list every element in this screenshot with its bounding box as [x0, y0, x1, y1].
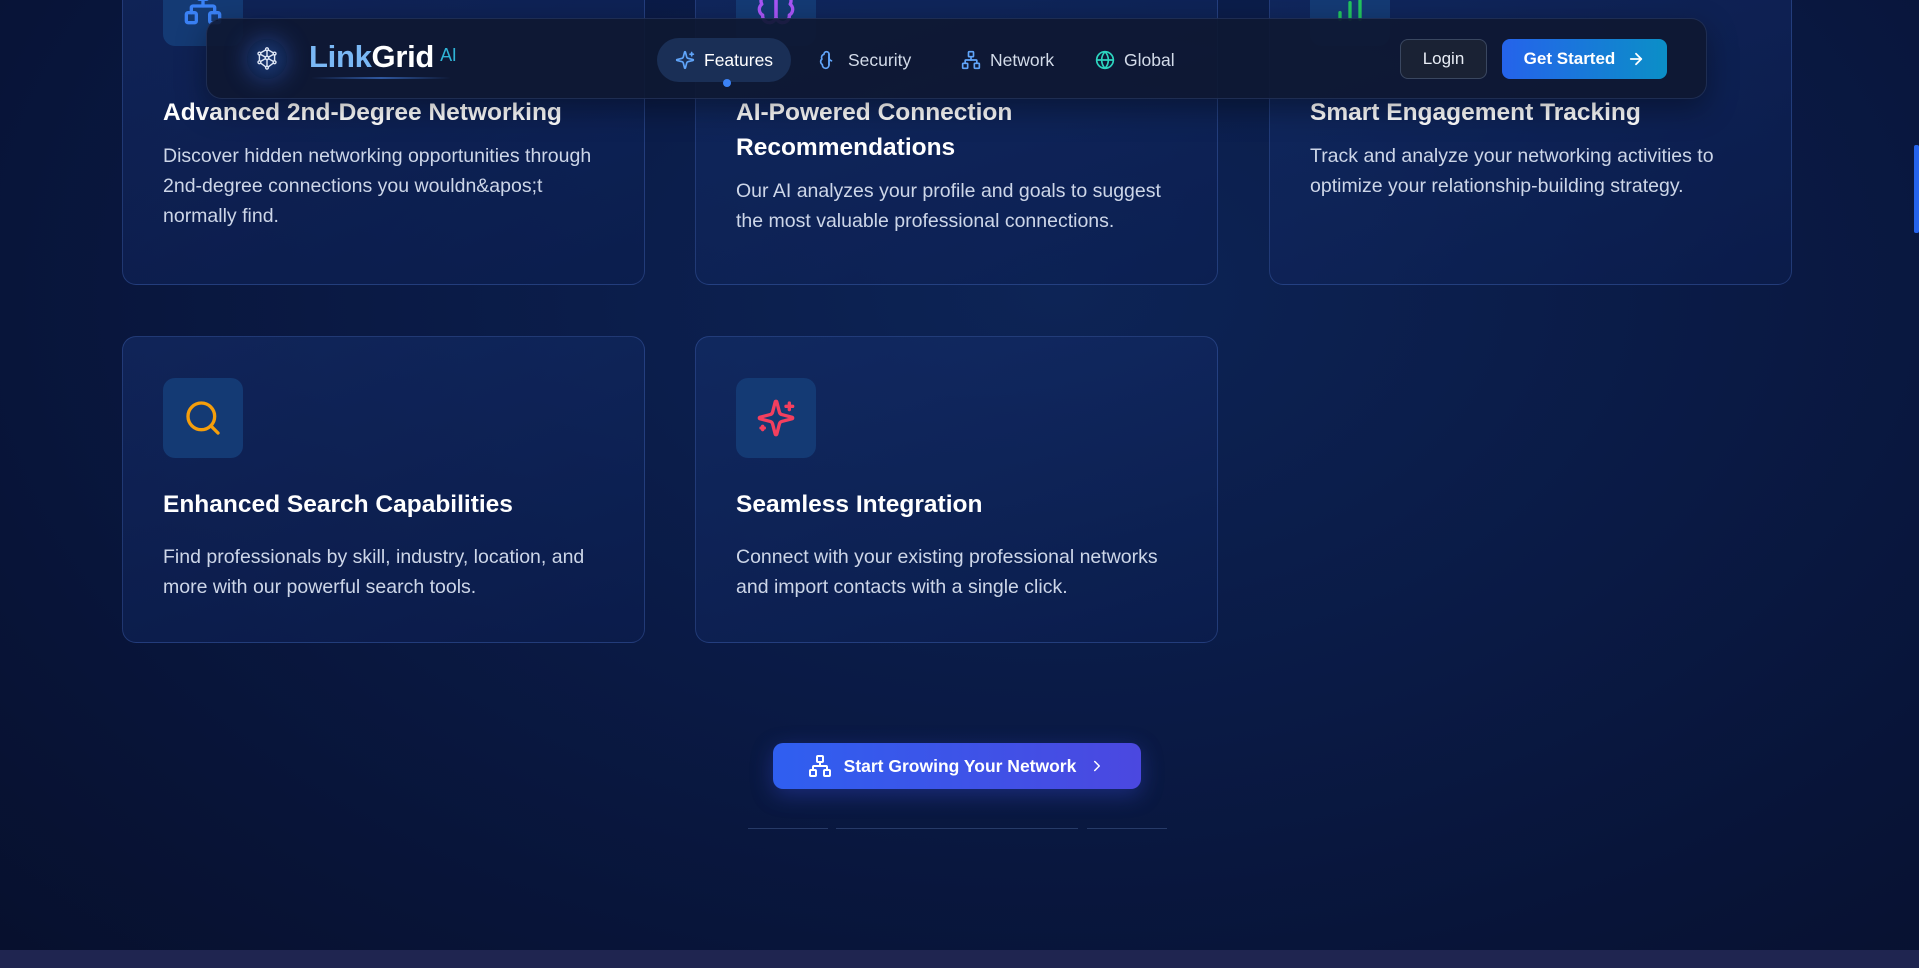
- nav-item-label: Network: [990, 49, 1055, 70]
- feature-title: Advanced 2nd-Degree Networking: [163, 99, 562, 126]
- divider-line: [836, 828, 1078, 829]
- search-icon: [186, 401, 220, 435]
- globe-icon: [1095, 50, 1115, 70]
- nav-item-features[interactable]: Features: [657, 38, 792, 82]
- feature-title: Smart Engagement Tracking: [1310, 99, 1641, 126]
- network-globe-logo-icon: [257, 47, 277, 70]
- feature-description: Track and analyze your networking activi…: [1310, 145, 1714, 197]
- brand-name[interactable]: LinkGrid AI: [309, 39, 457, 75]
- brain-icon: [819, 50, 833, 70]
- feature-description: Find professionals by skill, industry, l…: [163, 546, 585, 598]
- login-button[interactable]: Login: [1400, 39, 1487, 79]
- feature-description: Our AI analyzes your profile and goals t…: [736, 180, 1161, 232]
- nav-item-label: Global: [1124, 49, 1175, 70]
- network-icon: [961, 50, 981, 70]
- logo[interactable]: [247, 39, 287, 79]
- arrow-right-icon: [1630, 52, 1643, 66]
- footer-edge: [0, 950, 1919, 968]
- brand-underline: [311, 77, 451, 79]
- sparkles-icon: [675, 50, 695, 70]
- feature-title: AI-Powered Connection Recommendations: [736, 99, 1013, 161]
- feature-icon-box: [163, 378, 243, 458]
- network-icon: [808, 755, 831, 777]
- nav-item-label: Features: [704, 49, 774, 70]
- nav-item-global[interactable]: Global: [1077, 38, 1193, 82]
- cta-label: Start Growing Your Network: [843, 755, 1077, 776]
- login-label: Login: [1422, 49, 1465, 68]
- feature-title: Seamless Integration: [736, 491, 983, 518]
- scrollbar-thumb[interactable]: [1914, 145, 1919, 233]
- start-growing-network-button[interactable]: Start Growing Your Network: [773, 743, 1141, 789]
- divider-line: [748, 828, 828, 829]
- nav-item-network[interactable]: Network: [943, 38, 1072, 82]
- brand-part-link: Link: [309, 39, 372, 74]
- nav-item-label: Security: [848, 49, 912, 70]
- get-started-label: Get Started: [1523, 49, 1616, 68]
- feature-card-integration: Seamless Integration Connect with your e…: [695, 336, 1218, 643]
- sparkles-icon: [757, 399, 795, 437]
- feature-title: Enhanced Search Capabilities: [163, 491, 513, 518]
- feature-icon-box: [736, 378, 816, 458]
- active-indicator-dot: [723, 79, 731, 87]
- brand-part-grid: Grid: [371, 39, 435, 74]
- feature-description: Connect with your existing professional …: [736, 546, 1158, 598]
- brand-suffix: AI: [440, 45, 457, 65]
- nav-item-security[interactable]: Security: [801, 38, 929, 82]
- chevron-right-icon: [1094, 760, 1101, 772]
- get-started-button[interactable]: Get Started: [1502, 39, 1667, 79]
- top-navigation-bar: LinkGrid AI Features Security Network Glo…: [206, 18, 1707, 99]
- feature-description: Discover hidden networking opportunities…: [163, 145, 592, 227]
- divider-line: [1087, 828, 1167, 829]
- feature-card-search: Enhanced Search Capabilities Find profes…: [122, 336, 645, 643]
